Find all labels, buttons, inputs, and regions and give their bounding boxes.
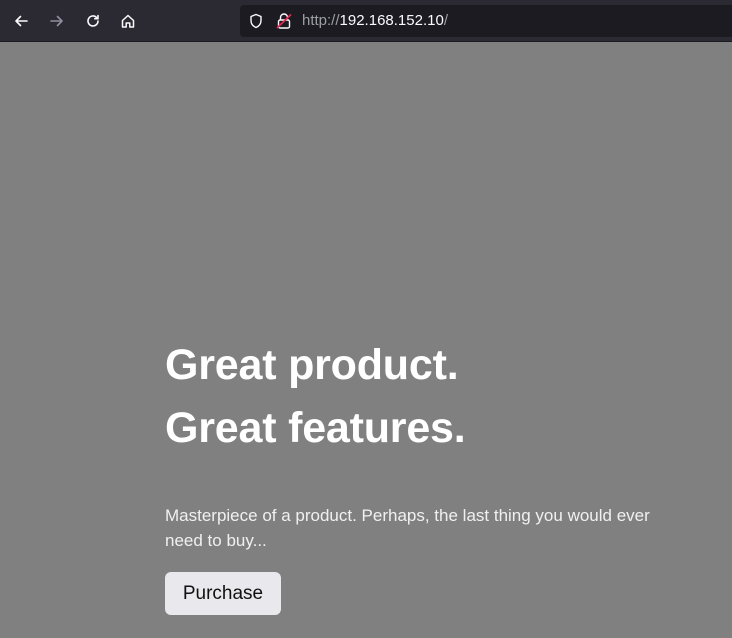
browser-toolbar: http://192.168.152.10/ [0,0,732,42]
hero-title-line-2: Great features. [165,404,466,452]
home-icon [121,14,135,28]
forward-button[interactable] [45,9,69,33]
hero-title-line-1: Great product. [165,341,459,389]
url-text[interactable]: http://192.168.152.10/ [302,12,448,30]
hero-title: Great product. Great features. [165,334,466,460]
reload-button[interactable] [81,9,105,33]
url-scheme: http:// [302,12,340,29]
forward-arrow-icon [50,15,63,27]
back-button[interactable] [9,9,33,33]
purchase-button[interactable]: Purchase [165,572,281,615]
reload-icon [87,14,99,27]
url-path: / [443,12,448,29]
page-content: Great product. Great features. Masterpie… [0,42,732,638]
url-host: 192.168.152.10 [339,12,444,29]
url-bar[interactable]: http://192.168.152.10/ [240,5,732,37]
shield-icon[interactable] [248,13,264,29]
back-arrow-icon [15,15,28,27]
insecure-lock-icon[interactable] [276,12,292,30]
home-button[interactable] [116,9,140,33]
hero-lead-text: Masterpiece of a product. Perhaps, the l… [165,506,650,550]
